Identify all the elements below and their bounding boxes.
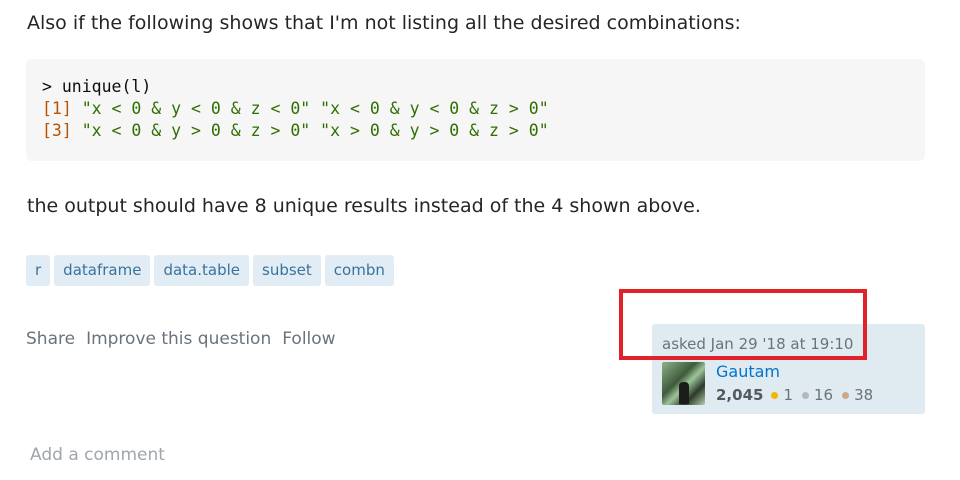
silver-badge-count: 16	[814, 386, 834, 404]
silver-badges: 16	[802, 386, 833, 404]
code-block: > unique(l) [1] "x < 0 & y < 0 & z < 0" …	[26, 59, 925, 161]
gold-badge-icon	[771, 391, 779, 399]
tag-data-table[interactable]: data.table	[154, 255, 249, 286]
gold-badges: 1	[771, 386, 793, 404]
bronze-badges: 38	[842, 386, 873, 404]
bronze-badge-icon	[842, 391, 850, 399]
share-link[interactable]: Share	[26, 329, 75, 349]
post-actions: Share Improve this question Follow	[26, 329, 336, 349]
user-name-link[interactable]: Gautam	[716, 362, 780, 381]
code-string: "x < 0 & y > 0 & z > 0"	[81, 121, 311, 140]
question-paragraph-1: Also if the following shows that I'm not…	[27, 12, 741, 34]
follow-link[interactable]: Follow	[282, 329, 335, 349]
user-reputation: 2,045 1 16 38	[716, 386, 882, 404]
user-avatar-icon[interactable]	[662, 362, 705, 405]
tag-subset[interactable]: subset	[253, 255, 321, 286]
reputation-score: 2,045	[716, 386, 764, 404]
code-index: [3]	[42, 121, 72, 140]
improve-question-link[interactable]: Improve this question	[86, 329, 271, 349]
gold-badge-count: 1	[783, 386, 793, 404]
silver-badge-icon	[802, 391, 809, 399]
tag-combn[interactable]: combn	[324, 255, 394, 286]
highlight-box	[619, 289, 867, 360]
tag-list: r dataframe data.table subset combn	[26, 255, 394, 286]
bronze-badge-count: 38	[854, 386, 874, 404]
code-prompt: > unique(l)	[42, 77, 152, 96]
code-string: "x < 0 & y < 0 & z < 0"	[81, 99, 311, 118]
question-paragraph-2: the output should have 8 unique results …	[27, 195, 701, 217]
add-comment-link[interactable]: Add a comment	[30, 445, 165, 465]
tag-dataframe[interactable]: dataframe	[54, 255, 151, 286]
code-index: [1]	[42, 99, 72, 118]
tag-r[interactable]: r	[26, 255, 51, 286]
code-string: "x > 0 & y > 0 & z > 0"	[320, 121, 549, 140]
code-string: "x < 0 & y < 0 & z > 0"	[320, 99, 549, 118]
